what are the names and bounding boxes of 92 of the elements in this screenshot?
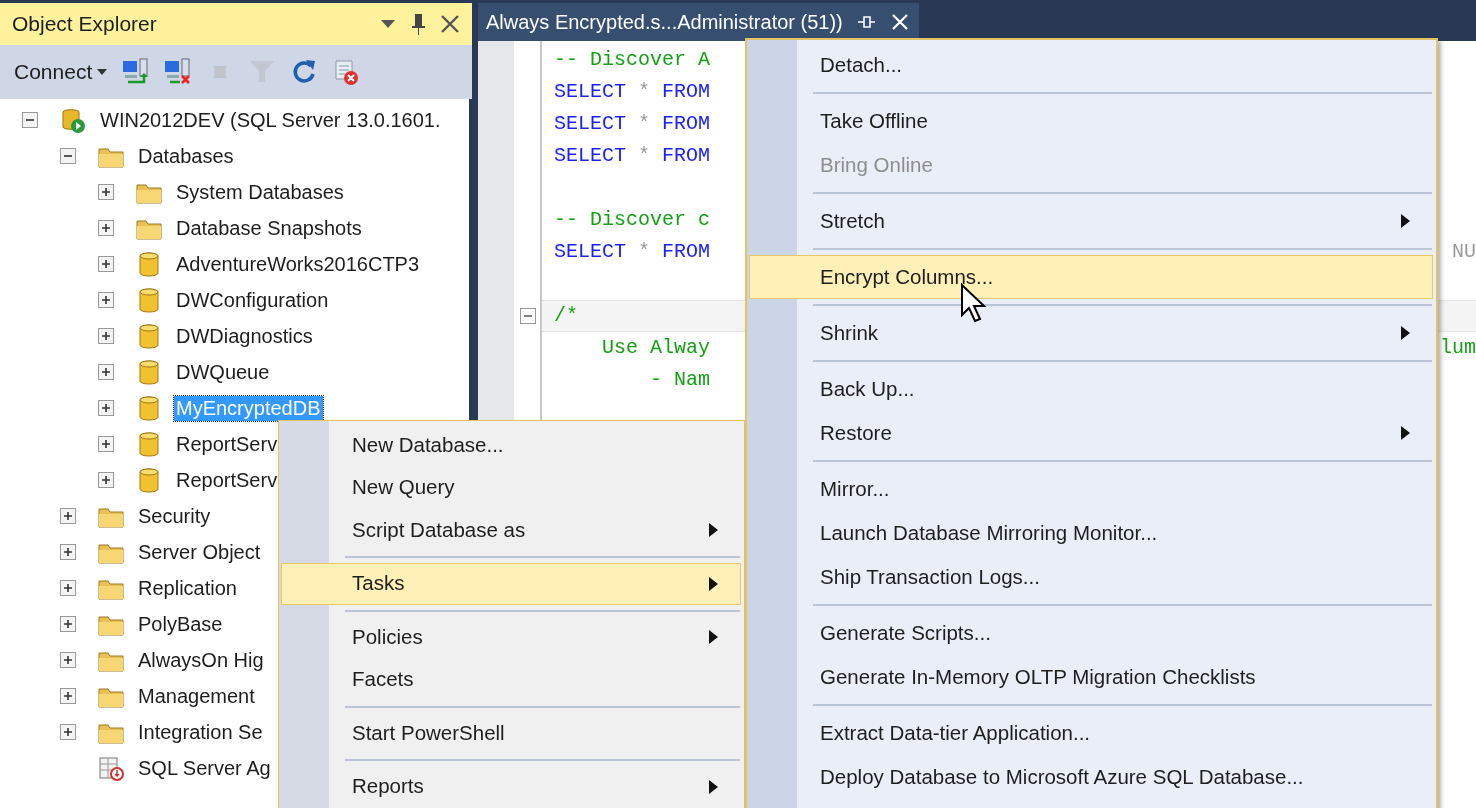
code-line: SELECT * FROM — [553, 143, 711, 169]
database-icon — [136, 467, 162, 493]
caret-icon[interactable] — [380, 19, 396, 29]
expand-icon[interactable] — [60, 724, 76, 740]
tree-item-label[interactable]: PolyBase — [136, 611, 225, 637]
menu-item[interactable]: Tasks — [281, 562, 741, 606]
tree-item-label[interactable]: Management — [136, 683, 257, 709]
database-icon — [136, 395, 162, 421]
menu-item[interactable]: Policies — [281, 616, 741, 659]
panel-title: Object Explorer — [12, 11, 158, 38]
pin-icon[interactable] — [856, 13, 877, 31]
tree-item-label[interactable]: SQL Server Ag — [136, 755, 273, 781]
expand-icon[interactable] — [98, 184, 114, 200]
connect-icon[interactable] — [122, 58, 151, 86]
code-line: SELECT * FROM — [553, 79, 711, 105]
expand-icon[interactable] — [98, 472, 114, 488]
menu-item[interactable]: Detach... — [749, 43, 1433, 87]
database-icon — [136, 287, 162, 313]
tree-item-label[interactable]: Replication — [136, 575, 239, 601]
code-line: lum — [1440, 335, 1476, 361]
collapse-icon[interactable] — [22, 112, 38, 128]
code-line: SELECT * FROM — [553, 111, 711, 137]
tree-item-label[interactable]: WIN2012DEV (SQL Server 13.0.1601. — [98, 107, 443, 133]
tree-item-label[interactable]: Databases — [136, 143, 236, 169]
database-icon — [136, 251, 162, 277]
code-line: - Nam — [649, 367, 711, 393]
code-line: SELECT * FROM — [553, 239, 711, 265]
menu-item[interactable]: New Database... — [281, 424, 741, 467]
menu-item[interactable]: Reports — [281, 765, 741, 808]
menu-item[interactable]: Shrink — [749, 311, 1433, 355]
menu-item[interactable]: Script Database as — [281, 509, 741, 552]
close-icon[interactable] — [440, 14, 460, 34]
menu-item[interactable]: Mirror... — [749, 467, 1433, 511]
menu-item[interactable]: Start PowerShell — [281, 712, 741, 755]
menu-item[interactable]: Generate Scripts... — [749, 611, 1433, 655]
menu-item[interactable]: Encrypt Columns... — [749, 255, 1433, 299]
database-icon — [136, 431, 162, 457]
expand-icon[interactable] — [60, 544, 76, 560]
menu-item: Bring Online — [819, 151, 934, 178]
menu-item[interactable]: Launch Database Mirroring Monitor... — [749, 511, 1433, 555]
menu-item[interactable]: New Query — [281, 466, 741, 510]
database-icon — [136, 323, 162, 349]
menu-item[interactable]: Take Offline — [749, 99, 1433, 143]
expand-icon[interactable] — [98, 364, 114, 380]
expand-icon[interactable] — [98, 436, 114, 452]
disconnect-icon[interactable] — [164, 58, 193, 86]
collapse-icon[interactable] — [60, 148, 76, 164]
tree-item-label[interactable]: DWConfiguration — [174, 287, 331, 313]
code-line: Use Alway — [601, 335, 711, 361]
expand-icon[interactable] — [60, 580, 76, 596]
menu-item[interactable]: Ship Transaction Logs... — [749, 555, 1433, 599]
pin-icon[interactable] — [410, 12, 426, 36]
tree-item-label[interactable]: Integration Se — [136, 719, 265, 745]
tree-item-label[interactable]: Security — [136, 503, 213, 529]
menu-item[interactable]: Stretch — [749, 199, 1433, 243]
code-line: -- Discover A — [553, 47, 711, 73]
expand-icon[interactable] — [98, 400, 114, 416]
expand-icon[interactable] — [98, 328, 114, 344]
tree-item-label[interactable]: Server Object — [136, 539, 263, 565]
collapse-icon[interactable] — [520, 308, 536, 324]
menu-item[interactable]: Deploy Database to Microsoft Azure SQL Database... — [749, 755, 1433, 799]
expand-icon[interactable] — [60, 652, 76, 668]
code-line: /* — [553, 303, 578, 329]
expand-icon[interactable] — [98, 256, 114, 272]
tree-item-label[interactable]: ReportServ — [174, 467, 280, 493]
database-icon — [136, 359, 162, 385]
caret-icon[interactable] — [96, 68, 109, 76]
scroll-cancel-icon[interactable] — [332, 58, 361, 86]
tree-item-label[interactable]: DWDiagnostics — [174, 323, 315, 349]
menu-item[interactable]: Back Up... — [749, 367, 1433, 411]
menu-item[interactable]: Generate In-Memory OLTP Migration Checklists — [749, 655, 1433, 699]
tree-item-label[interactable]: DWQueue — [174, 359, 272, 385]
expand-icon[interactable] — [60, 688, 76, 704]
agent-icon — [98, 755, 124, 781]
tree-item-label[interactable]: AlwaysOn Hig — [136, 647, 266, 673]
server-icon — [60, 107, 86, 133]
expand-icon[interactable] — [98, 292, 114, 308]
code-line: NU — [1452, 239, 1476, 265]
menu-item[interactable]: Extract Data-tier Application... — [749, 711, 1433, 755]
menu-item[interactable]: Facets — [281, 658, 741, 702]
menu-item[interactable]: Restore — [749, 411, 1433, 455]
expand-icon[interactable] — [60, 508, 76, 524]
tree-item-label[interactable]: System Databases — [174, 179, 346, 205]
connect-dropdown[interactable]: Connect — [14, 56, 109, 88]
code-line: -- Discover c — [553, 207, 711, 233]
tree-item-label[interactable]: AdventureWorks2016CTP3 — [174, 251, 422, 277]
tree-item-label[interactable]: ReportServ — [174, 431, 280, 457]
mouse-pointer-icon — [960, 283, 988, 325]
expand-icon[interactable] — [60, 616, 76, 632]
document-tab[interactable]: Always Encrypted.s...Administrator (51)) — [478, 3, 919, 41]
tree-item-label[interactable]: Database Snapshots — [174, 215, 364, 241]
expand-icon[interactable] — [98, 220, 114, 236]
